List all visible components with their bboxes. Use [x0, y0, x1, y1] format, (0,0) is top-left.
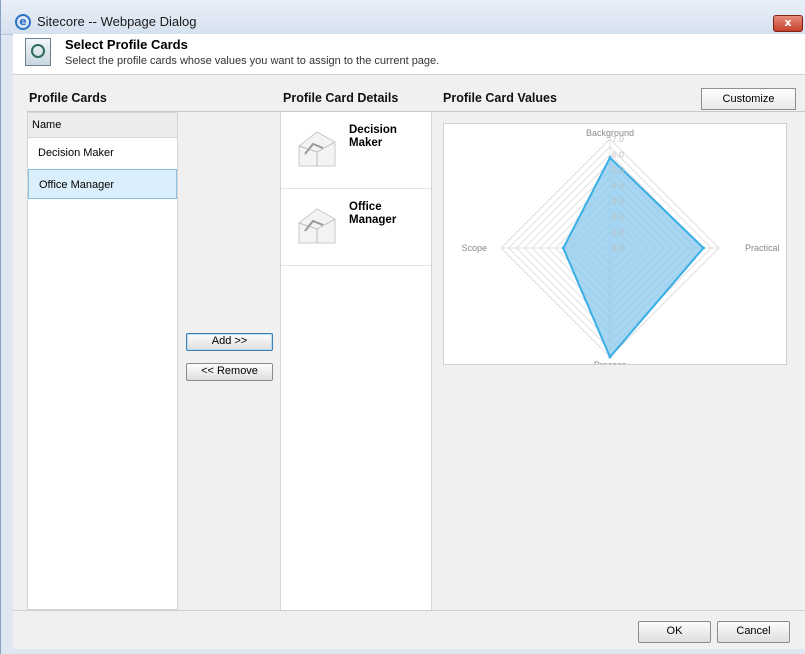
page-subtitle: Select the profile cards whose values yo… [65, 55, 440, 67]
radar-chart: 0.01.02.03.04.05.06.07.0BackgroundPracti… [461, 128, 780, 370]
content-area: Profile Cards Profile Card Details Profi… [13, 75, 805, 649]
radar-data-point [561, 246, 565, 250]
window-title: Sitecore -- Webpage Dialog [37, 14, 197, 29]
radar-data-point [608, 355, 612, 359]
radar-axis-label: Scope [461, 243, 487, 253]
radar-axis-label: Background [586, 128, 634, 138]
profile-cards-heading: Profile Cards [29, 91, 107, 105]
radar-data-point [701, 246, 705, 250]
radar-scale-tick: 6.0 [612, 150, 624, 160]
dialog-header: Select Profile Cards Select the profile … [13, 34, 805, 75]
profile-values-chart: 0.0 1.0 2.0 3.0 4.0 5.0 6.0 7.0 Background Practi… [443, 123, 787, 370]
radar-scale-tick: 5.0 [612, 165, 624, 175]
radar-scale-tick: 2.0 [612, 212, 624, 222]
profile-card-image-icon [298, 131, 336, 167]
browser-icon: e [15, 14, 31, 30]
list-item[interactable]: Office Manager [28, 169, 177, 199]
footer-divider [13, 610, 805, 611]
profile-card-icon [25, 38, 51, 66]
dialog-window: e Sitecore -- Webpage Dialog x Select Pr… [0, 0, 805, 654]
cancel-button[interactable]: Cancel [717, 621, 790, 643]
profile-card-details-heading: Profile Card Details [283, 91, 399, 105]
list-column-header[interactable]: Name [28, 113, 177, 138]
close-button[interactable]: x [773, 15, 803, 32]
radar-axis-label: Practical [745, 243, 780, 253]
customize-button[interactable]: Customize [701, 88, 796, 110]
detail-card[interactable]: Decision Maker [281, 112, 431, 189]
profile-card-image-icon [298, 208, 336, 244]
remove-button[interactable]: << Remove [186, 363, 273, 381]
title-bar: e Sitecore -- Webpage Dialog x [1, 0, 805, 35]
page-title: Select Profile Cards [65, 37, 188, 52]
add-button[interactable]: Add >> [186, 333, 273, 351]
detail-card-name: Office Manager [349, 201, 397, 226]
list-item[interactable]: Decision Maker [28, 138, 177, 169]
ok-button[interactable]: OK [638, 621, 711, 643]
radar-scale-tick: 3.0 [612, 196, 624, 206]
radar-scale-tick: 0.0 [612, 243, 624, 253]
profile-card-list: Name Decision Maker Office Manager [27, 112, 178, 610]
radar-scale-tick: 1.0 [612, 227, 624, 237]
radar-scale-tick: 4.0 [612, 181, 624, 191]
detail-card-name: Decision Maker [349, 124, 397, 149]
detail-card[interactable]: Office Manager [281, 189, 431, 266]
radar-axis-label: Process [594, 360, 627, 364]
profile-card-details-panel: Decision Maker Office Manager [280, 112, 432, 610]
profile-card-values-heading: Profile Card Values [443, 91, 557, 105]
